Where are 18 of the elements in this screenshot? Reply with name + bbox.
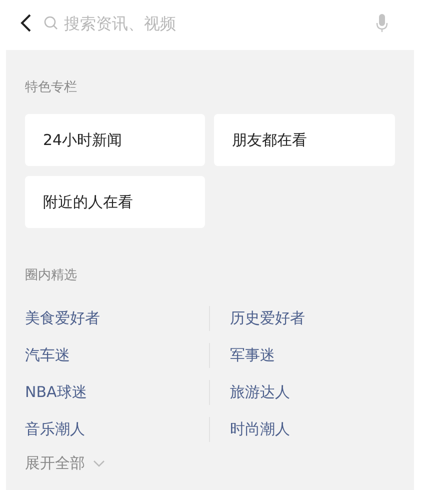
circle-link[interactable]: 美食爱好者 [25, 309, 100, 328]
search-icon [44, 16, 58, 30]
column-card[interactable]: 朋友都在看 [214, 114, 395, 166]
circle-link[interactable]: NBA球迷 [25, 383, 87, 402]
circle-link[interactable]: 音乐潮人 [25, 420, 85, 439]
circle-link[interactable]: 时尚潮人 [230, 420, 290, 439]
circle-link[interactable]: 历史爱好者 [230, 309, 305, 328]
expand-all-button[interactable]: 展开全部 [25, 454, 105, 473]
section-title: 圈内精选 [25, 267, 78, 284]
section-title: 特色专栏 [25, 79, 78, 96]
back-icon[interactable] [20, 13, 32, 33]
circle-link[interactable]: 汽车迷 [25, 346, 70, 365]
column-card[interactable]: 附近的人在看 [25, 176, 205, 228]
search-field[interactable]: 搜索资讯、视频 [64, 14, 264, 32]
column-card[interactable]: 24小时新闻 [25, 114, 205, 166]
circle-link[interactable]: 军事迷 [230, 346, 275, 365]
chevron-down-icon [93, 460, 105, 468]
circle-link[interactable]: 旅游达人 [230, 383, 290, 402]
